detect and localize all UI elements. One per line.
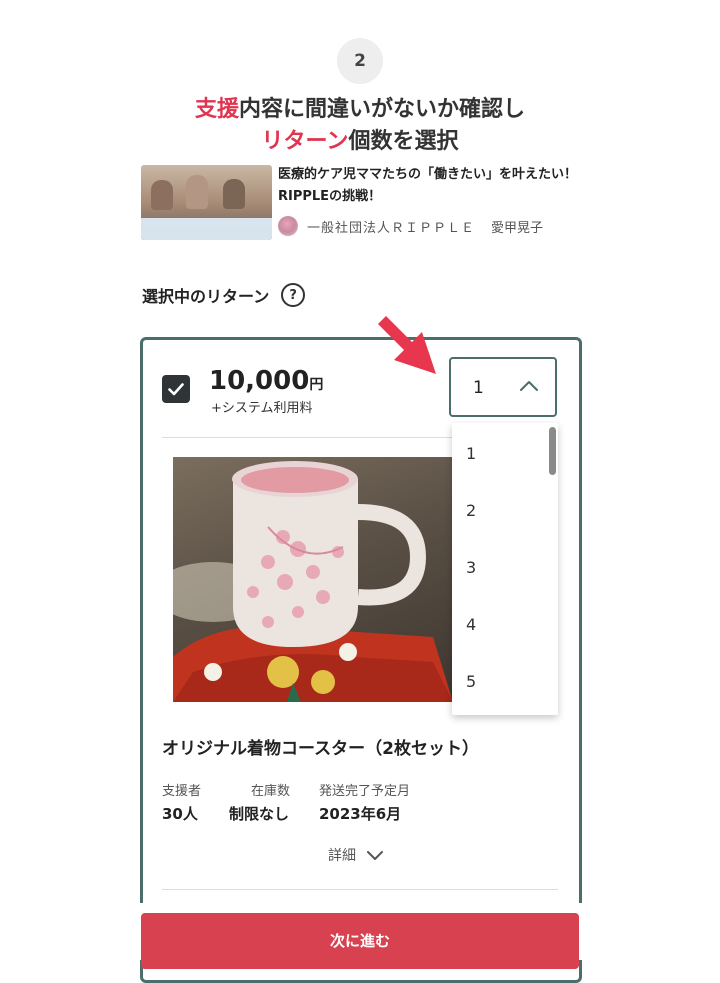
reward-title: オリジナル着物コースター（2枚セット） <box>162 739 479 759</box>
stat-label: 支援者 <box>162 784 202 799</box>
organization-avatar <box>278 216 298 236</box>
project-title: 医療的ケア児ママたちの「働きたい」を叶えたい！RIPPLEの挑戦！ <box>278 167 578 204</box>
heading-text-2: 個数を選択 <box>348 129 459 154</box>
stat-label: 在庫数 <box>251 784 291 799</box>
heading-highlight-1: 支援 <box>194 97 239 122</box>
question-circle-icon[interactable]: ? <box>281 283 306 307</box>
page-heading: 支援内容に間違いがないか確認し リターン個数を選択 <box>0 94 720 158</box>
stat-value: 30人 <box>162 805 198 823</box>
project-thumbnail <box>141 165 272 240</box>
owner-name: 愛甲晃子 <box>491 220 544 236</box>
reward-checkbox[interactable] <box>162 375 190 403</box>
chevron-down-icon <box>367 850 383 860</box>
card-bottom-divider <box>162 889 558 890</box>
quantity-option[interactable]: 3 <box>466 558 476 577</box>
price-currency: 円 <box>309 377 324 393</box>
stat-label: 発送完了予定月 <box>319 784 411 799</box>
stat-value: 2023年6月 <box>319 805 402 823</box>
quantity-option[interactable]: 2 <box>466 501 476 520</box>
details-toggle[interactable]: 詳細 <box>328 845 384 865</box>
quantity-value: 1 <box>473 378 484 398</box>
price-value: 10,000 <box>209 366 310 396</box>
heading-text-1: 内容に間違いがないか確認し <box>239 97 526 122</box>
heading-highlight-2: リターン <box>261 129 349 154</box>
step-indicator: 2 <box>337 38 383 84</box>
system-fee-note: +システム利用料 <box>211 401 313 416</box>
checkmark-icon <box>168 382 184 395</box>
quantity-option[interactable]: 5 <box>466 672 476 691</box>
project-organization: 一般社団法人ＲＩＰＰＬＥ 愛甲晃子 <box>278 216 543 236</box>
details-label: 詳細 <box>328 848 356 864</box>
coaster-mug-photo <box>173 461 453 702</box>
dropdown-scrollbar[interactable] <box>549 427 556 475</box>
organization-name: 一般社団法人ＲＩＰＰＬＥ <box>307 220 476 236</box>
quantity-select[interactable]: 1 <box>449 357 557 417</box>
quantity-option[interactable]: 4 <box>466 615 476 634</box>
stat-stock: 在庫数 制限なし <box>229 780 290 824</box>
reward-price: 10,000円 <box>209 366 323 396</box>
quantity-dropdown: 1 2 3 4 5 <box>452 423 558 715</box>
stat-shipping: 発送完了予定月 2023年6月 <box>319 780 410 824</box>
red-arrow-icon <box>378 316 436 374</box>
quantity-option[interactable]: 1 <box>466 444 476 463</box>
step-number: 2 <box>354 51 366 71</box>
stat-supporters: 支援者 30人 <box>162 780 201 824</box>
product-image <box>173 457 453 702</box>
chevron-up-icon <box>520 381 538 391</box>
next-button[interactable]: 次に進む <box>141 913 579 969</box>
selected-reward-label: 選択中のリターン ? <box>142 283 306 307</box>
stat-value: 制限なし <box>229 805 290 823</box>
section-label-text: 選択中のリターン <box>142 287 270 306</box>
